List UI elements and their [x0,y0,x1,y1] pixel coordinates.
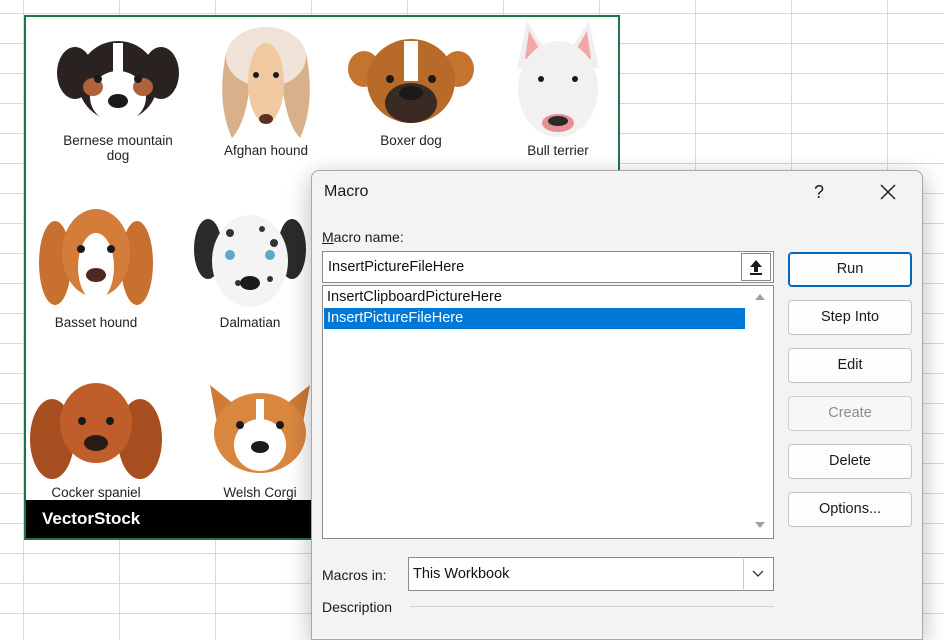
scroll-up-icon[interactable] [753,290,767,304]
dog-label: Cocker spaniel [51,485,141,500]
dog-welsh-corgi: Welsh Corgi [190,379,330,500]
macro-list-item[interactable]: InsertClipboardPictureHere [324,287,745,308]
dog-dalmatian: Dalmatian [180,213,320,330]
macro-list-item-selected[interactable]: InsertPictureFileHere [324,308,745,329]
macro-list[interactable]: InsertClipboardPictureHere InsertPicture… [322,285,774,539]
dog-cocker-spaniel: Cocker spaniel [26,379,166,500]
close-icon [880,184,896,200]
dog-basset: Basset hound [26,203,166,330]
macros-in-dropdown-arrow[interactable] [743,559,772,589]
close-button[interactable] [870,177,906,207]
dog-label: Afghan hound [223,143,309,158]
macro-name-input[interactable]: InsertPictureFileHere [322,251,774,283]
macro-name-value: InsertPictureFileHere [328,259,465,275]
macros-in-label: Macros in: [322,567,387,583]
dog-label: Boxer dog [380,133,442,148]
dog-label: Bernese mountain dog [63,133,173,163]
macro-name-input-edge [773,251,774,283]
arrow-up-icon [750,260,762,275]
macro-name-label-rest: acro name: [333,229,404,245]
step-into-button[interactable]: Step Into [788,300,912,335]
dog-bull-terrier: Bull terrier [488,19,618,158]
dog-label: Dalmatian [219,315,281,330]
macro-dialog: Macro ? Macro name: InsertPictureFileHer… [311,170,923,640]
description-divider [410,606,774,607]
macro-name-up-button[interactable] [741,253,771,281]
macro-name-label: Macro name: [322,229,404,245]
dog-label: Basset hound [54,315,138,330]
chevron-down-icon [752,570,764,577]
cocker-spaniel-illustration [30,383,162,479]
description-label: Description [322,599,393,615]
dialog-titlebar[interactable]: Macro ? [312,171,922,215]
macros-in-select[interactable]: This Workbook [408,557,774,591]
create-button[interactable]: Create [788,396,912,431]
afghan-hound-illustration [222,27,310,138]
boxer-dog-illustration [348,39,474,123]
delete-button[interactable]: Delete [788,444,912,479]
macros-in-value: This Workbook [413,566,510,582]
help-button[interactable]: ? [806,177,832,207]
basset-hound-illustration [39,209,153,305]
dog-bernese: Bernese mountain dog [48,35,188,163]
dog-boxer: Boxer dog [341,35,481,148]
dog-label: Bull terrier [527,143,589,158]
dog-afghan: Afghan hound [196,23,336,158]
bernese-dog-illustration [57,41,179,123]
dalmatian-illustration [194,215,306,307]
bull-terrier-illustration [517,21,599,137]
edit-button[interactable]: Edit [788,348,912,383]
dialog-title: Macro [324,183,369,200]
dog-label: Welsh Corgi [223,485,297,500]
scroll-down-icon[interactable] [753,518,767,532]
options-button[interactable]: Options... [788,492,912,527]
welsh-corgi-illustration [210,385,310,473]
run-button[interactable]: Run [788,252,912,287]
